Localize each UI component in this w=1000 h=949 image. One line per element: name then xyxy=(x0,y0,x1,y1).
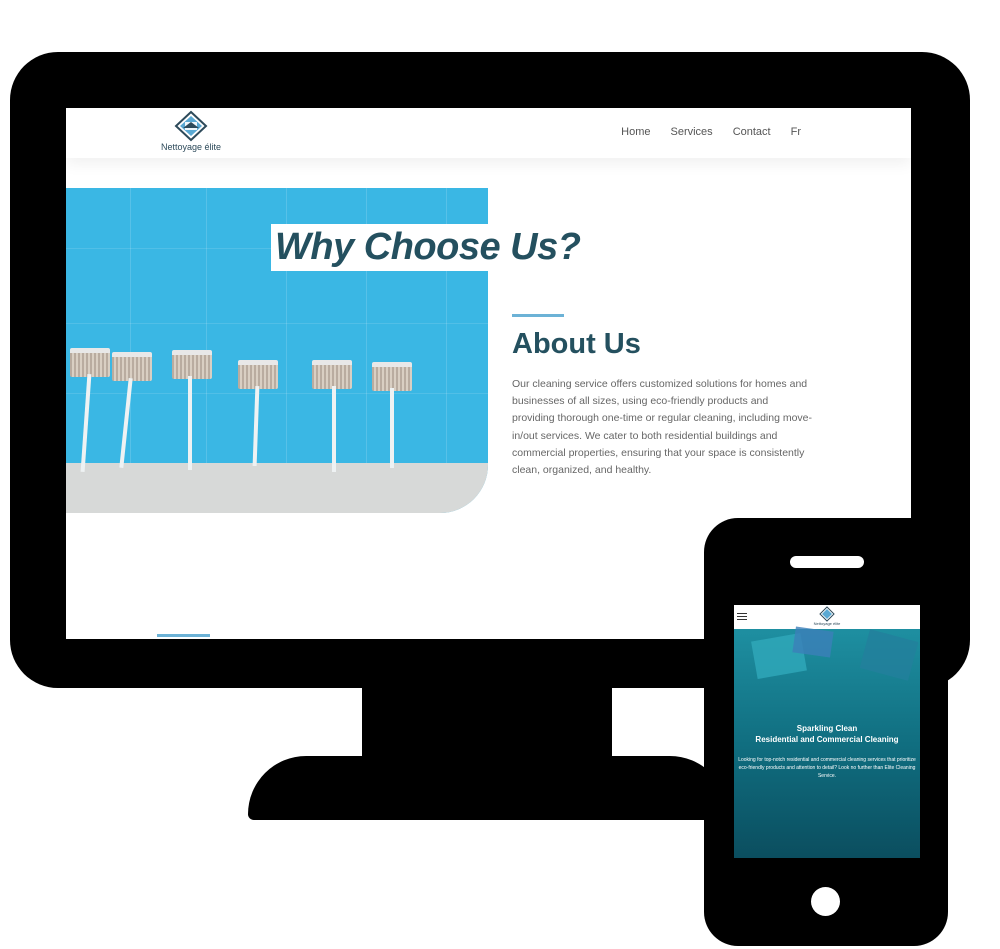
site-logo[interactable]: Nettoyage élite xyxy=(156,110,226,154)
hamburger-menu-icon[interactable] xyxy=(737,613,747,621)
mobile-site-logo[interactable]: Nettoyage élite xyxy=(810,606,844,628)
mobile-hero-title-line2: Residential and Commercial Cleaning xyxy=(755,735,899,744)
monitor-stand-base xyxy=(248,756,728,820)
logo-text: Nettoyage élite xyxy=(160,142,222,152)
phone-home-button xyxy=(811,887,840,916)
about-heading: About Us xyxy=(512,328,641,360)
nav-home[interactable]: Home xyxy=(621,126,650,138)
nav-contact[interactable]: Contact xyxy=(733,126,771,138)
mobile-hero: Sparkling Clean Residential and Commerci… xyxy=(734,626,920,858)
mobile-hero-title-line1: Sparkling Clean xyxy=(796,724,858,733)
diamond-logo-icon xyxy=(819,606,835,622)
main-nav: Home Services Contact Fr xyxy=(621,126,801,138)
mobile-header: Nettoyage élite xyxy=(734,605,920,629)
nav-services[interactable]: Services xyxy=(671,126,713,138)
phone-frame: Nettoyage élite Sparkling Clean Resident… xyxy=(704,518,948,946)
mobile-logo-text: Nettoyage élite xyxy=(813,621,841,626)
diamond-logo-icon xyxy=(174,110,208,142)
hero-image-floor xyxy=(66,463,488,513)
nav-language-fr[interactable]: Fr xyxy=(791,126,801,138)
mobile-hero-body: Looking for top-notch residential and co… xyxy=(738,757,916,779)
mobile-hero-title: Sparkling Clean Residential and Commerci… xyxy=(734,723,920,745)
mobile-screen: Nettoyage élite Sparkling Clean Resident… xyxy=(734,605,920,858)
site-header: Nettoyage élite Home Services Contact Fr xyxy=(66,108,911,158)
why-choose-us-heading: Why Choose Us? xyxy=(271,224,589,271)
about-accent-line xyxy=(512,314,564,317)
section-accent-line xyxy=(157,634,210,637)
about-description: Our cleaning service offers customized s… xyxy=(512,378,813,477)
phone-speaker xyxy=(790,556,864,568)
